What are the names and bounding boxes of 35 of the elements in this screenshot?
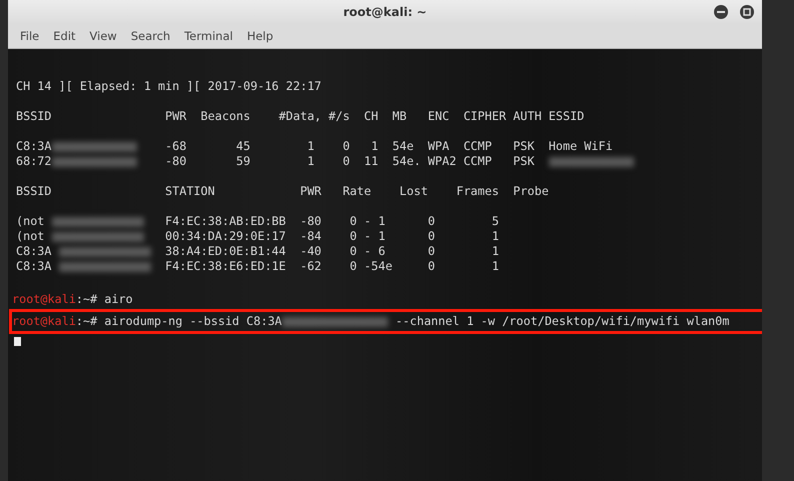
network-fields: -80 59 1 0 11 54e. WPA2 CCMP PSK [136,154,549,169]
menu-item[interactable]: View [82,29,124,43]
menu-item[interactable]: Edit [46,29,83,43]
table-header: BSSID STATION PWR Rate Lost Frames Probe [16,184,549,199]
essid-text: Home WiFi [548,139,613,154]
prompt-user: root@kali [12,314,76,329]
menu-item[interactable]: File [13,29,46,43]
network-fields: -68 45 1 0 1 54e WPA CCMP PSK [136,139,549,154]
bssid-text: C8:3A [16,244,52,259]
maximize-button[interactable] [740,5,754,19]
bssid-text: (not [16,214,44,229]
bssid-text: (not [16,229,44,244]
maximize-icon [743,8,751,16]
command-text: airodump-ng --bssid C8:3A [103,314,282,329]
bssid-text: 68:72 [16,154,52,169]
menu-item[interactable]: Help [240,29,280,43]
window-title: root@kali: ~ [343,5,427,19]
station-fields: F4:EC:38:AB:ED:BB -80 0 - 1 0 5 [150,214,499,229]
menu-item[interactable]: Search [124,29,178,43]
status-line: CH 14 ][ Elapsed: 1 min ][ 2017-09-16 22:17 [16,79,322,94]
minimize-icon [717,11,725,13]
prompt-path: :~# [76,292,98,307]
bssid-text: C8:3A [16,259,52,274]
table-header: BSSID PWR Beacons #Data, #/s CH MB ENC CIPHER AUTH ESSID [16,109,584,124]
prompt-user: root@kali [12,292,76,307]
minimize-button[interactable] [714,5,728,19]
command-text: --channel 1 -w /root/Desktop/wifi/mywifi wlan0m [394,314,730,329]
station-fields: 38:A4:ED:0E:B1:44 -40 0 - 6 0 1 [150,244,499,259]
command-text: airo [103,292,133,307]
menu-item[interactable]: Terminal [177,29,240,43]
station-fields: F4:EC:38:E6:ED:1E -62 0 -54e 0 1 [150,259,499,274]
prompt-path: :~# [76,314,98,329]
station-fields: 00:34:DA:29:0E:17 -84 0 - 1 0 1 [150,229,499,244]
bssid-text: C8:3A [16,139,52,154]
text-cursor [14,337,21,346]
